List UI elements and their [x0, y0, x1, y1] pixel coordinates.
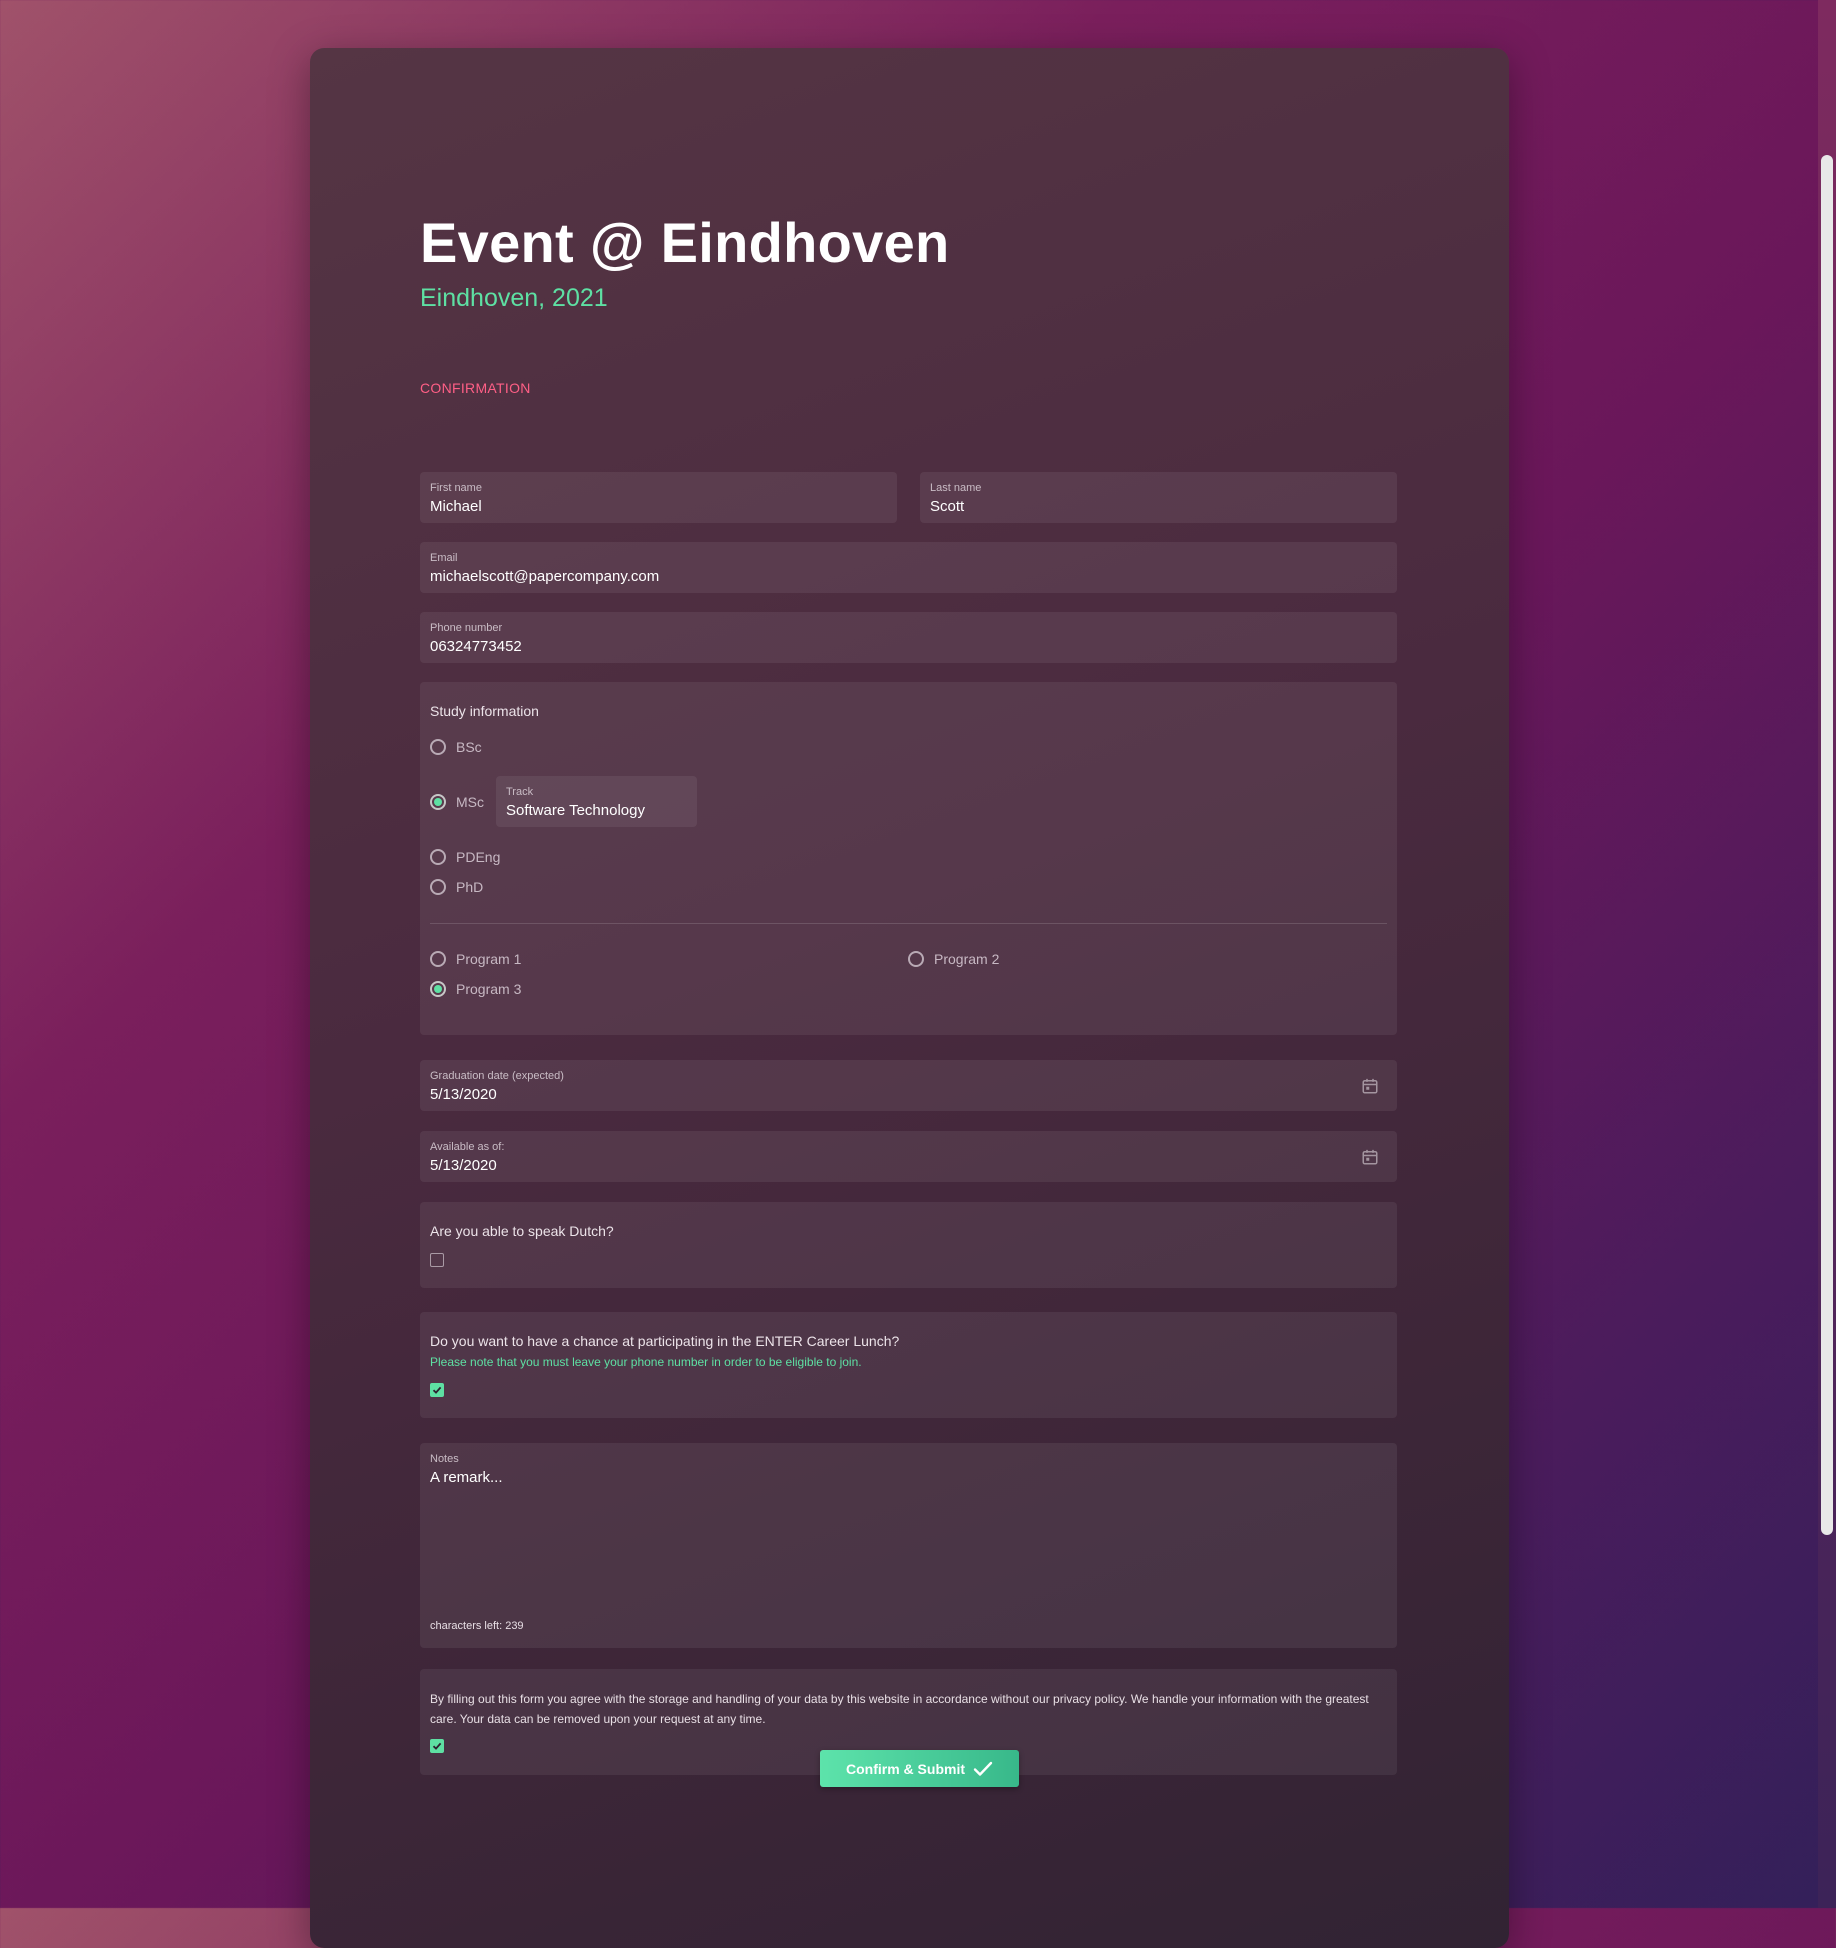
graduation-date-label: Graduation date (expected) — [430, 1070, 564, 1082]
last-name-label: Last name — [930, 482, 982, 494]
page-title: Event @ Eindhoven — [420, 211, 950, 274]
email-value[interactable]: michaelscott@papercompany.com — [430, 568, 659, 585]
last-name-value[interactable]: Scott — [930, 498, 964, 515]
radio-program-1[interactable]: Program 1 — [430, 951, 521, 967]
confirm-submit-label: Confirm & Submit — [846, 1760, 965, 1777]
calendar-icon[interactable] — [1361, 1148, 1379, 1166]
characters-left: characters left: 239 — [430, 1620, 524, 1632]
confirm-submit-button[interactable]: Confirm & Submit — [820, 1750, 1019, 1787]
radio-phd[interactable]: PhD — [430, 879, 483, 895]
graduation-date-field[interactable]: Graduation date (expected) 5/13/2020 — [420, 1060, 1397, 1111]
career-lunch-question: Do you want to have a chance at particip… — [430, 1333, 900, 1349]
page-subtitle: Eindhoven, 2021 — [420, 284, 608, 312]
check-icon — [432, 1742, 442, 1750]
study-information-title: Study information — [430, 703, 539, 719]
radio-pdeng-circle[interactable] — [430, 849, 446, 865]
study-divider — [430, 923, 1387, 924]
available-date-label: Available as of: — [430, 1141, 505, 1153]
check-icon — [432, 1386, 442, 1394]
first-name-value[interactable]: Michael — [430, 498, 482, 515]
radio-bsc-circle[interactable] — [430, 739, 446, 755]
radio-program-2-label: Program 2 — [934, 951, 1000, 967]
notes-label: Notes — [430, 1453, 459, 1465]
calendar-icon[interactable] — [1361, 1077, 1379, 1095]
last-name-field[interactable]: Last name Scott — [920, 472, 1397, 523]
checkmark-icon — [973, 1761, 993, 1776]
track-label: Track — [506, 786, 534, 798]
radio-program-1-label: Program 1 — [456, 951, 522, 967]
available-date-value[interactable]: 5/13/2020 — [430, 1157, 497, 1174]
phone-value[interactable]: 06324773452 — [430, 638, 522, 655]
dutch-checkbox[interactable] — [430, 1253, 444, 1267]
career-lunch-group: Do you want to have a chance at particip… — [420, 1312, 1397, 1418]
radio-program-2-circle[interactable] — [908, 951, 924, 967]
radio-program-3[interactable]: Program 3 — [430, 981, 521, 997]
phone-label: Phone number — [430, 622, 503, 634]
available-date-field[interactable]: Available as of: 5/13/2020 — [420, 1131, 1397, 1182]
graduation-date-value[interactable]: 5/13/2020 — [430, 1086, 497, 1103]
first-name-field[interactable]: First name Michael — [420, 472, 897, 523]
radio-phd-circle[interactable] — [430, 879, 446, 895]
radio-program-1-circle[interactable] — [430, 951, 446, 967]
track-field[interactable]: Track Software Technology — [496, 776, 697, 827]
radio-program-3-label: Program 3 — [456, 981, 522, 997]
radio-msc-circle[interactable] — [430, 794, 446, 810]
radio-msc-label: MSc — [456, 794, 484, 810]
notes-field[interactable]: Notes A remark... characters left: 239 — [420, 1443, 1397, 1648]
dutch-group: Are you able to speak Dutch? — [420, 1202, 1397, 1288]
study-information-group: Study information BSc MSc Track Software… — [420, 682, 1397, 1035]
dutch-question: Are you able to speak Dutch? — [430, 1223, 614, 1239]
scrollbar-thumb[interactable] — [1821, 155, 1833, 1535]
career-lunch-checkbox[interactable] — [430, 1383, 444, 1397]
consent-text: By filling out this form you agree with … — [430, 1692, 1369, 1726]
career-lunch-note: Please note that you must leave your pho… — [430, 1355, 862, 1369]
radio-pdeng-label: PDEng — [456, 849, 501, 865]
radio-program-2[interactable]: Program 2 — [908, 951, 999, 967]
radio-pdeng[interactable]: PDEng — [430, 849, 500, 865]
section-label: CONFIRMATION — [420, 380, 531, 396]
radio-bsc[interactable]: BSc — [430, 739, 482, 755]
notes-value[interactable]: A remark... — [430, 1469, 503, 1486]
consent-checkbox[interactable] — [430, 1739, 444, 1753]
email-field[interactable]: Email michaelscott@papercompany.com — [420, 542, 1397, 593]
form-card: Event @ Eindhoven Eindhoven, 2021 CONFIR… — [310, 48, 1509, 1948]
track-value[interactable]: Software Technology — [506, 802, 645, 819]
email-label: Email — [430, 552, 458, 564]
scrollbar-track[interactable] — [1818, 0, 1836, 1908]
radio-bsc-label: BSc — [456, 739, 482, 755]
radio-phd-label: PhD — [456, 879, 484, 895]
radio-program-3-circle[interactable] — [430, 981, 446, 997]
radio-msc[interactable]: MSc — [430, 794, 484, 810]
phone-field[interactable]: Phone number 06324773452 — [420, 612, 1397, 663]
first-name-label: First name — [430, 482, 482, 494]
